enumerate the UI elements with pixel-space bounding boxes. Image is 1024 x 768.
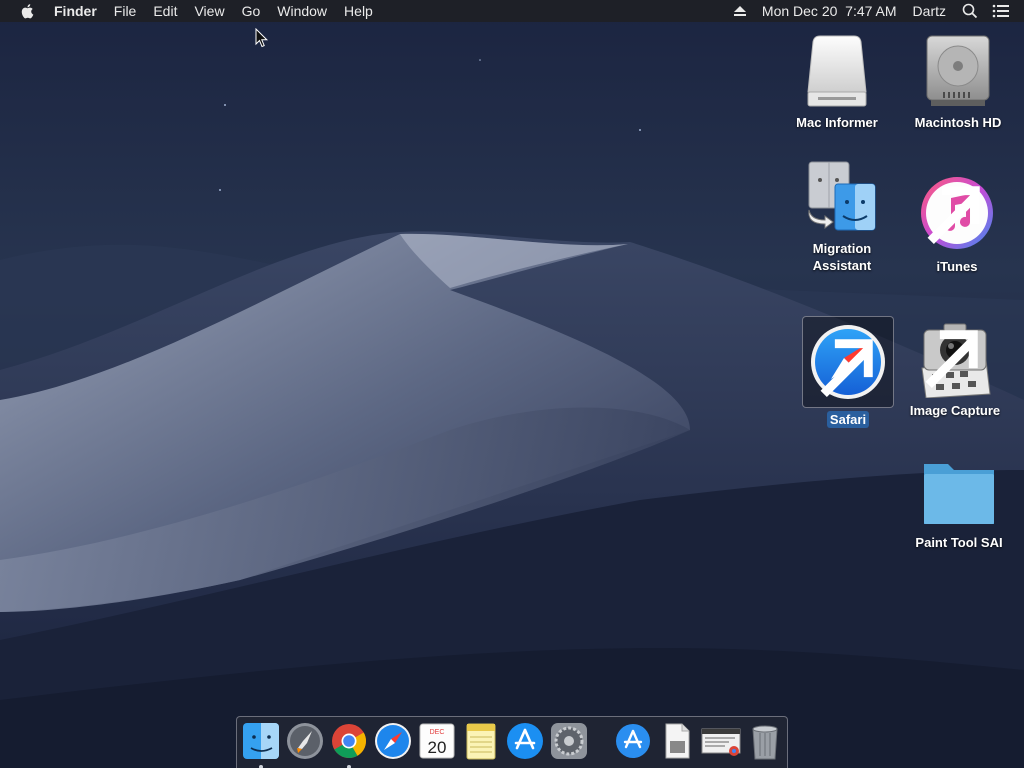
document-icon [665, 723, 690, 758]
chrome-icon [332, 723, 366, 758]
calendar-month: DEC [430, 729, 445, 736]
alias-arrow-icon [925, 330, 978, 389]
applications-folder-icon [616, 723, 650, 758]
menu-bar: Finder File Edit View Go Window Help Mon… [0, 0, 1024, 22]
spotlight-icon[interactable] [962, 3, 978, 19]
desktop-icon-image-capture[interactable]: Image Capture [903, 320, 1007, 419]
dock-item-calendar[interactable]: DEC 20 [417, 721, 457, 765]
calendar-icon: DEC 20 [419, 723, 455, 758]
dock-item-safari[interactable] [373, 721, 413, 765]
desktop-icon-label: Macintosh HD [914, 115, 1002, 130]
clock-datetime[interactable]: Mon Dec 20 7:47 AM [762, 3, 897, 19]
apple-icon[interactable] [19, 2, 37, 20]
desktop-icon-paint-tool-sai[interactable]: Paint Tool SAI [907, 452, 1011, 551]
menu-go[interactable]: Go [242, 0, 261, 22]
dock-item-trash[interactable] [745, 721, 785, 765]
dock-item-notes[interactable] [461, 721, 501, 765]
user-name[interactable]: Dartz [913, 3, 946, 19]
launchpad-icon [287, 722, 323, 759]
desktop-icon-safari[interactable]: Safari [796, 316, 900, 428]
eject-icon[interactable] [733, 5, 747, 17]
label-line-1: Migration [812, 241, 872, 256]
desktop-icon-label: Migration Assistant [810, 240, 875, 274]
migration-assistant-icon [808, 161, 876, 231]
dock-item-system-preferences[interactable] [549, 721, 589, 765]
dock-item-finder[interactable] [241, 721, 281, 768]
dock-item-app-store[interactable] [505, 721, 545, 765]
finder-icon [243, 722, 279, 759]
alias-arrow-icon [820, 339, 873, 398]
desktop-icon-migration-assistant[interactable]: Migration Assistant [790, 158, 894, 274]
control-strip-icon[interactable] [992, 4, 1010, 18]
alias-arrow-icon [927, 186, 980, 245]
desktop-icon-label: Safari [826, 411, 870, 428]
desktop-icon-label: Image Capture [909, 403, 1001, 418]
desktop-icon-label: iTunes [936, 259, 978, 274]
menu-view[interactable]: View [194, 0, 224, 22]
safari-icon [375, 722, 411, 759]
dock: DEC 20 [236, 716, 788, 768]
notes-icon [466, 723, 496, 759]
menu-file[interactable]: File [114, 0, 137, 22]
label-line-2: Assistant [812, 258, 872, 273]
dock-item-downloads[interactable] [701, 721, 741, 765]
calendar-day: 20 [428, 738, 447, 757]
desktop-icon-mac-informer[interactable]: Mac Informer [785, 32, 889, 131]
external-drive-icon [807, 35, 867, 107]
menu-window[interactable]: Window [277, 0, 327, 22]
system-preferences-icon [551, 722, 587, 759]
downloads-stack-icon [701, 728, 741, 756]
desktop-icon-label: Paint Tool SAI [915, 535, 1003, 550]
menu-help[interactable]: Help [344, 0, 373, 22]
dock-item-launchpad[interactable] [285, 721, 325, 765]
running-indicator [259, 764, 263, 768]
mouse-cursor-icon [255, 28, 269, 48]
dock-item-document[interactable] [657, 721, 697, 765]
running-indicator [347, 764, 351, 768]
desktop-icon-macintosh-hd[interactable]: Macintosh HD [906, 32, 1010, 131]
dock-item-chrome[interactable] [329, 721, 369, 768]
hard-drive-icon [926, 35, 990, 106]
app-store-icon [507, 722, 543, 759]
menu-app-name[interactable]: Finder [54, 0, 97, 22]
desktop-icon-label: Mac Informer [796, 115, 878, 130]
trash-icon [752, 725, 778, 759]
folder-icon [924, 464, 994, 524]
dock-item-applications[interactable] [613, 721, 653, 765]
desktop-icon-itunes[interactable]: iTunes [905, 176, 1009, 275]
menu-edit[interactable]: Edit [153, 0, 177, 22]
